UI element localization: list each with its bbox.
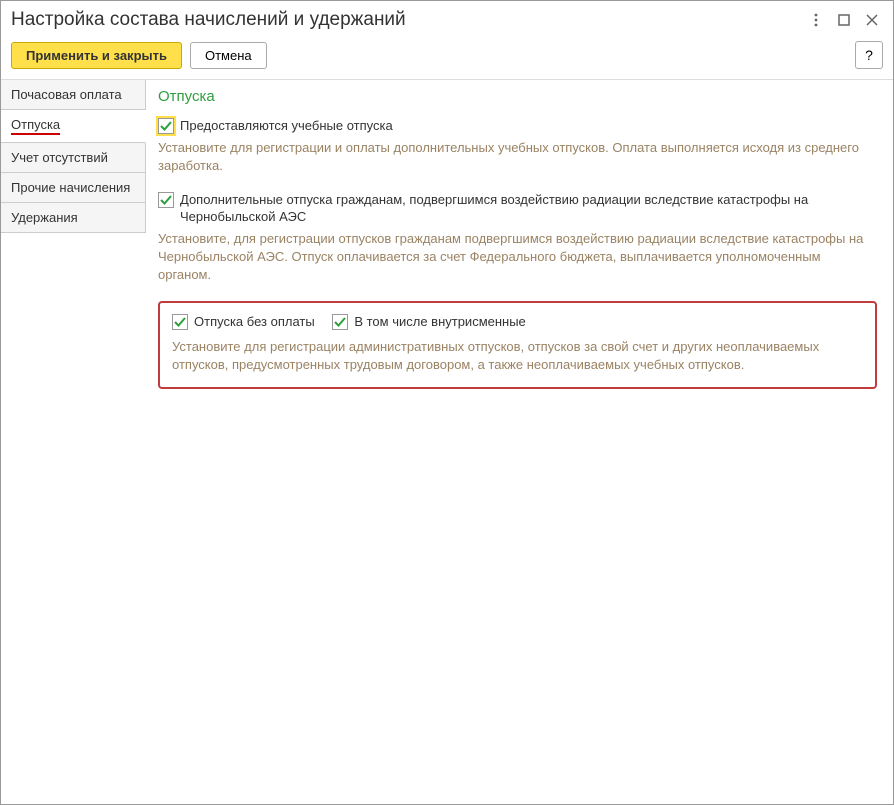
titlebar: Настройка состава начислений и удержаний [1, 1, 893, 35]
option-label: Предоставляются учебные отпуска [180, 117, 393, 135]
apply-close-button[interactable]: Применить и закрыть [11, 42, 182, 69]
sidebar-item-deductions[interactable]: Удержания [1, 203, 146, 233]
option-label: В том числе внутрисменные [354, 313, 525, 331]
help-button[interactable]: ? [855, 41, 883, 69]
sidebar-item-other-accruals[interactable]: Прочие начисления [1, 173, 146, 203]
sidebar-item-hourly-pay[interactable]: Почасовая оплата [1, 80, 146, 110]
option-hint: Установите для регистрации и оплаты допо… [158, 139, 877, 175]
sidebar-item-vacations[interactable]: Отпуска [1, 110, 146, 143]
body: Почасовая оплата Отпуска Учет отсутствий… [1, 79, 893, 804]
sidebar-item-absence-tracking[interactable]: Учет отсутствий [1, 143, 146, 173]
option-intrashift: В том числе внутрисменные [332, 313, 525, 331]
content-panel: Отпуска Предоставляются учебные отпуска … [146, 80, 893, 804]
option-chernobyl-leave: Дополнительные отпуска гражданам, подвер… [158, 191, 877, 226]
checkbox-intrashift[interactable] [332, 314, 348, 330]
window-title: Настройка состава начислений и удержаний [11, 9, 799, 31]
settings-window: Настройка состава начислений и удержаний… [0, 0, 894, 805]
option-unpaid-leave: Отпуска без оплаты [172, 313, 315, 331]
checkbox-study-leave[interactable] [158, 118, 174, 134]
maximize-icon[interactable] [833, 9, 855, 31]
option-label: Дополнительные отпуска гражданам, подвер… [180, 191, 877, 226]
option-hint: Установите, для регистрации отпусков гра… [158, 230, 877, 285]
sidebar-item-label: Почасовая оплата [11, 87, 122, 102]
close-icon[interactable] [861, 9, 883, 31]
inline-options: Отпуска без оплаты В том числе внутрисме… [172, 313, 863, 335]
checkbox-unpaid-leave[interactable] [172, 314, 188, 330]
sidebar-item-label: Прочие начисления [11, 180, 130, 195]
sidebar-item-label: Отпуска [11, 117, 60, 135]
sidebar-item-label: Удержания [11, 210, 78, 225]
sidebar-item-label: Учет отсутствий [11, 150, 108, 165]
content-heading: Отпуска [158, 88, 877, 105]
option-label: Отпуска без оплаты [194, 313, 315, 331]
sidebar: Почасовая оплата Отпуска Учет отсутствий… [1, 80, 146, 804]
option-hint: Установите для регистрации административ… [172, 338, 863, 374]
toolbar: Применить и закрыть Отмена ? [1, 35, 893, 79]
checkbox-chernobyl-leave[interactable] [158, 192, 174, 208]
kebab-menu-icon[interactable] [805, 9, 827, 31]
highlighted-group: Отпуска без оплаты В том числе внутрисме… [158, 301, 877, 389]
cancel-button[interactable]: Отмена [190, 42, 267, 69]
option-study-leave: Предоставляются учебные отпуска [158, 117, 877, 135]
